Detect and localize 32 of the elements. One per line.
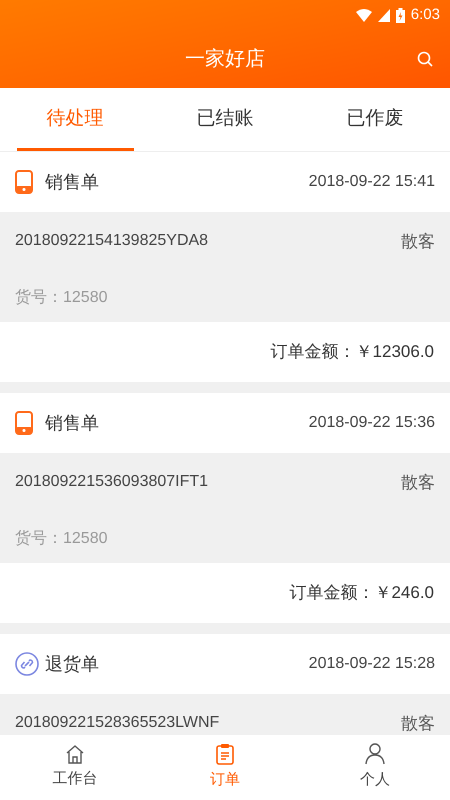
order-time: 2018-09-22 15:36 <box>308 413 435 433</box>
order-time: 2018-09-22 15:28 <box>308 654 435 674</box>
order-number: 201809221536093807IFT1 <box>15 472 208 492</box>
customer-name: 散客 <box>401 231 435 253</box>
phone-icon <box>15 411 33 435</box>
wifi-icon <box>356 8 372 22</box>
search-icon[interactable] <box>417 51 433 67</box>
battery-icon <box>396 8 405 22</box>
item-number: 货号：12580 <box>15 288 108 308</box>
app-title: 一家好店 <box>185 47 265 72</box>
customer-name: 散客 <box>401 713 435 735</box>
signal-icon <box>378 8 390 22</box>
phone-icon <box>15 170 33 194</box>
status-time: 6:03 <box>410 4 440 25</box>
nav-item[interactable]: 个人 <box>300 735 450 800</box>
order-amount: 订单金额：￥246.0 <box>289 582 434 604</box>
tab[interactable]: 已作废 <box>316 88 434 151</box>
order-type: 销售单 <box>45 170 99 194</box>
clipboard-icon <box>216 743 234 766</box>
order-number: 20180922154139825YDA8 <box>15 231 208 251</box>
item-number: 货号：12580 <box>15 528 108 548</box>
customer-name: 散客 <box>401 472 435 494</box>
tab[interactable]: 已结账 <box>166 88 284 151</box>
home-icon <box>65 744 85 764</box>
order-time: 2018-09-22 15:41 <box>308 172 435 192</box>
person-icon <box>365 743 385 766</box>
order-number: 201809221528365523LWNF <box>15 713 220 733</box>
order-type: 退货单 <box>45 652 99 676</box>
nav-item[interactable]: 工作台 <box>0 735 150 800</box>
order-type: 销售单 <box>45 412 99 434</box>
order-amount: 订单金额：￥12306.0 <box>270 341 434 364</box>
link-icon <box>15 652 39 676</box>
